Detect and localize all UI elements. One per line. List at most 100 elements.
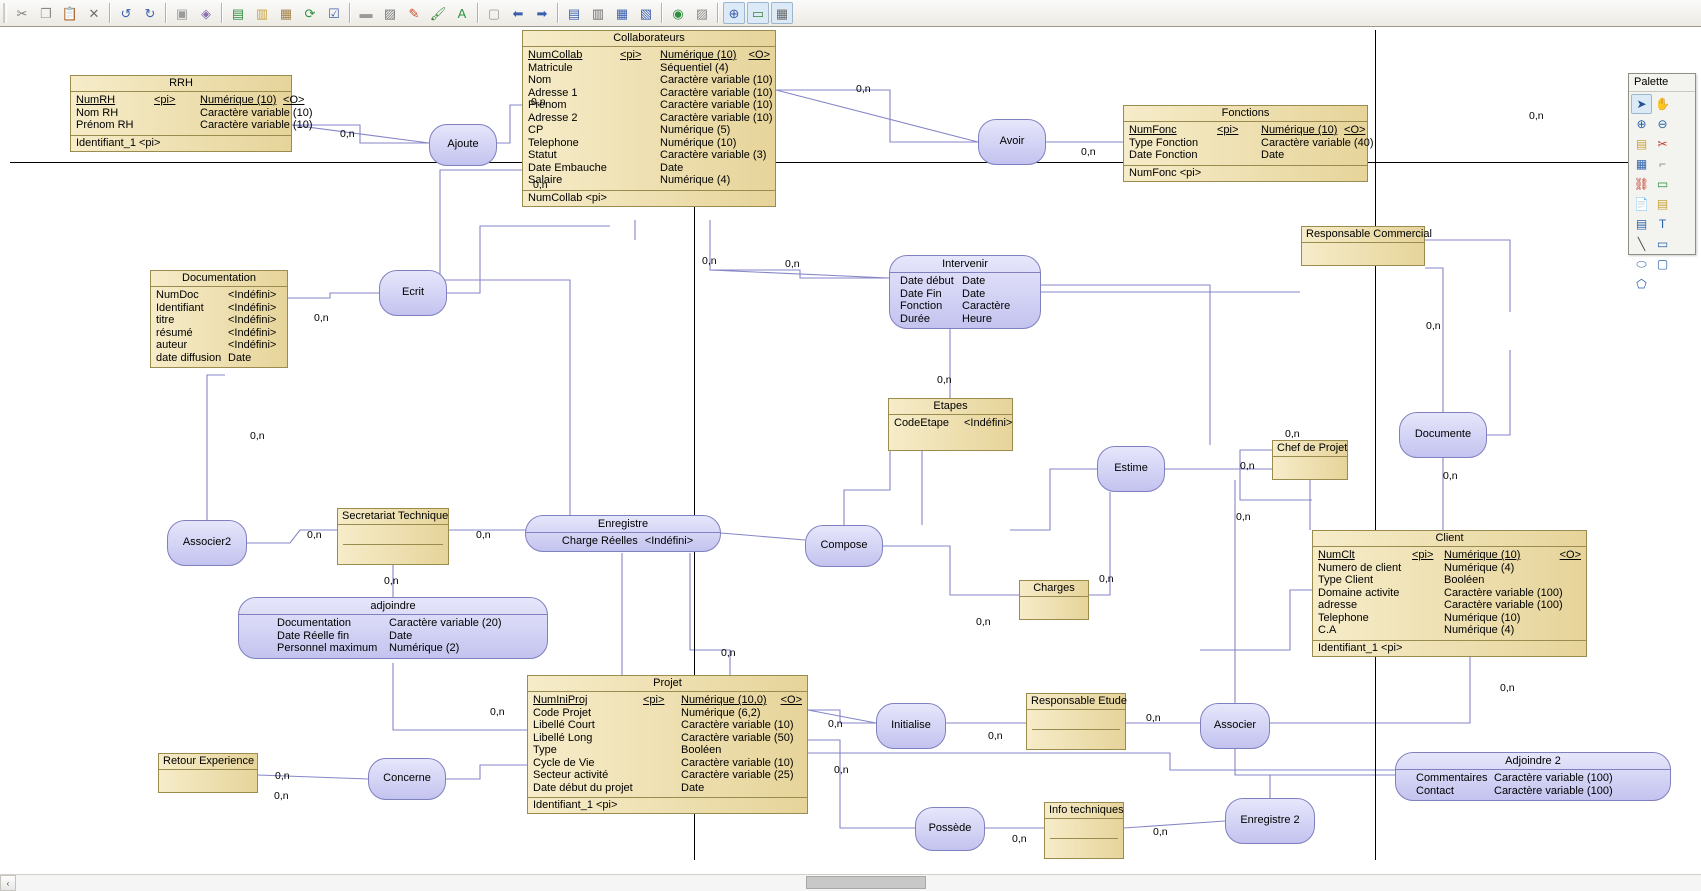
entity-secretariat-technique[interactable]: Secretariat Technique <box>337 508 449 565</box>
entity-documentation[interactable]: Documentation NumDoc <Indéfini> Identifiant… <box>150 270 288 368</box>
paint-bucket-icon[interactable]: 🖌 <box>427 2 449 24</box>
zoom-out-tool-icon[interactable]: ⊖ <box>1652 114 1673 134</box>
zoom-in-tool-icon[interactable]: ⊕ <box>1631 114 1652 134</box>
align-left-icon[interactable]: ▤ <box>563 2 585 24</box>
table-view-icon[interactable]: ▦ <box>771 2 793 24</box>
entity-collaborateurs[interactable]: Collaborateurs NumCollab <pi> Numérique (10… <box>522 30 776 207</box>
attribute-name: Date début du projet <box>533 781 633 794</box>
hierarchy-tool-icon[interactable]: ⛓ <box>1631 174 1652 194</box>
paste-icon[interactable]: 📋 <box>59 2 81 24</box>
validate-icon[interactable]: ☑ <box>323 2 345 24</box>
rounded-rect-tool-icon[interactable]: ▢ <box>1652 254 1673 274</box>
copy-icon[interactable]: ❐ <box>35 2 57 24</box>
scroll-thumb[interactable] <box>806 876 926 889</box>
relationship-documente[interactable]: Documente <box>1399 412 1487 458</box>
relationship-adjoindre2[interactable]: Adjoindre 2 Commentaires Caractère variabl… <box>1395 752 1671 801</box>
entity-chef-de-projet[interactable]: Chef de Projet <box>1272 440 1348 480</box>
link-tool-icon[interactable]: ⌐ <box>1652 154 1673 174</box>
entity-rrh[interactable]: RRH NumRH <pi> Numérique (10) <O> Nom RH Carac… <box>70 75 313 152</box>
pan-hand-tool-icon[interactable]: ✋ <box>1652 94 1673 114</box>
refresh-icon[interactable]: ⟳ <box>299 2 321 24</box>
world-icon[interactable]: ◉ <box>667 2 689 24</box>
relationship-adjoindre[interactable]: adjoindre Documentation Caractère variable… <box>238 597 548 659</box>
toolbar-separator <box>717 3 719 23</box>
list-tool-icon[interactable]: ▤ <box>1652 194 1673 214</box>
scissors-tool-icon[interactable]: ✂ <box>1652 134 1673 154</box>
database-tool-icon[interactable]: ▤ <box>1631 214 1652 234</box>
grid-tool-icon[interactable]: ▦ <box>1631 154 1652 174</box>
entity-attributes-chef-de-projet <box>1273 457 1347 479</box>
relationship-ecrit[interactable]: Ecrit <box>379 270 447 316</box>
attribute-type: Numérique (10,0) <box>681 694 767 706</box>
entity-fonctions[interactable]: Fonctions NumFonc <pi> Numérique (10) <O> Typ… <box>1123 105 1374 182</box>
line-style-icon[interactable]: ▨ <box>379 2 401 24</box>
relationship-possede[interactable]: Possède <box>915 807 985 851</box>
entity-charges[interactable]: Charges <box>1019 580 1089 620</box>
entity-tool-icon[interactable]: ▭ <box>1652 174 1673 194</box>
entity-client[interactable]: Client NumClt <pi> Numérique (10) <O> Numero … <box>1312 530 1587 657</box>
entity-responsable-commercial[interactable]: Responsable Commercial <box>1301 226 1432 266</box>
relationship-attribute-type: <Indéfini> <box>644 535 694 547</box>
undo-icon[interactable]: ↺ <box>115 2 137 24</box>
cardinality-label: 0,n <box>1236 511 1251 523</box>
relationship-title-ecrit: Ecrit <box>402 286 424 298</box>
scroll-left-arrow[interactable]: ‹ <box>0 875 16 891</box>
toolbar-grip[interactable] <box>3 3 7 23</box>
entity-title-charges: Charges <box>1020 581 1088 597</box>
relationship-compose[interactable]: Compose <box>805 525 883 567</box>
distribute-icon[interactable]: ▧ <box>635 2 657 24</box>
relationship-title-initialise: Initialise <box>891 719 931 731</box>
pencil-icon[interactable]: ✎ <box>403 2 425 24</box>
pointer-tool-icon[interactable]: ➤ <box>1631 94 1652 114</box>
copy-format-icon[interactable]: ▢ <box>483 2 505 24</box>
attribute-row: Adresse 1 Caractère variable (10) <box>528 87 773 100</box>
properties-icon[interactable]: ▣ <box>171 2 193 24</box>
relationship-estime[interactable]: Estime <box>1097 446 1165 492</box>
font-icon-glyph: A <box>457 5 467 21</box>
horizontal-scrollbar[interactable]: ‹ <box>0 874 1701 891</box>
zoom-tool-icon[interactable]: ⊕ <box>723 2 745 24</box>
palette-panel[interactable]: Palette ➤ ✋ ⊕ ⊖ ▤ ✂ ▦ ⌐ ⛓ ▭ 📄 ▤ ▤ T ╲ ▭ ⬭ ▢ ⬠ <box>1628 73 1696 291</box>
package-icon-glyph: ◈ <box>201 5 211 21</box>
relationship-initialise[interactable]: Initialise <box>876 703 946 749</box>
relationship-associer2[interactable]: Associer2 <box>167 520 247 566</box>
align-center-icon[interactable]: ▥ <box>587 2 609 24</box>
rectangle-tool-icon[interactable]: ▭ <box>1652 234 1673 254</box>
text-tool-icon-glyph: T <box>1658 217 1667 231</box>
diagram-canvas[interactable]: RRH NumRH <pi> Numérique (10) <O> Nom RH Carac… <box>10 30 1686 860</box>
text-tool-icon[interactable]: T <box>1652 214 1673 234</box>
align-right-icon[interactable]: ▦ <box>611 2 633 24</box>
file-tool-icon[interactable]: 📄 <box>1631 194 1652 214</box>
generate-icon[interactable]: ▥ <box>251 2 273 24</box>
line-tool-icon[interactable]: ╲ <box>1631 234 1652 254</box>
back-arrow-icon[interactable]: ⬅ <box>507 2 529 24</box>
relationship-intervenir[interactable]: Intervenir Date début Date Date Fin Date Fonc… <box>889 255 1041 329</box>
note-tool-icon[interactable]: ▤ <box>1631 134 1652 154</box>
package-icon[interactable]: ◈ <box>195 2 217 24</box>
relationship-ajoute[interactable]: Ajoute <box>429 124 497 166</box>
redo-icon[interactable]: ↻ <box>139 2 161 24</box>
entity-etapes[interactable]: Etapes CodeEtape <Indéfini> <box>888 398 1013 451</box>
comment-icon[interactable]: ▭ <box>747 2 769 24</box>
scroll-track[interactable] <box>16 875 1701 891</box>
ellipse-tool-icon[interactable]: ⬭ <box>1631 254 1652 274</box>
polygon-tool-icon[interactable]: ⬠ <box>1631 274 1652 294</box>
entity-responsable-etude[interactable]: Responsable Etude <box>1026 693 1127 750</box>
relationship-associer[interactable]: Associer <box>1200 703 1270 749</box>
relationship-avoir[interactable]: Avoir <box>978 119 1046 165</box>
forward-arrow-icon[interactable]: ➡ <box>531 2 553 24</box>
fill-color-icon[interactable]: ▬ <box>355 2 377 24</box>
relationship-enregistre2[interactable]: Enregistre 2 <box>1225 798 1315 844</box>
relationship-enregistre[interactable]: Enregistre Charge Réelles <Indéfini> <box>525 515 721 552</box>
new-model-icon[interactable]: ▤ <box>227 2 249 24</box>
delete-icon[interactable]: ✕ <box>83 2 105 24</box>
cut-icon[interactable]: ✂ <box>11 2 33 24</box>
check-model-icon[interactable]: ▦ <box>275 2 297 24</box>
cut-icon-glyph: ✂ <box>16 5 28 21</box>
entity-info-techniques[interactable]: Info techniques <box>1044 802 1124 859</box>
font-icon[interactable]: A <box>451 2 473 24</box>
grid-toggle-icon[interactable]: ▨ <box>691 2 713 24</box>
entity-projet[interactable]: Projet NumIniProj <pi> Numérique (10,0) <O> C… <box>527 675 808 814</box>
relationship-concerne[interactable]: Concerne <box>368 758 446 800</box>
entity-retour-experience[interactable]: Retour Experience <box>158 753 258 793</box>
